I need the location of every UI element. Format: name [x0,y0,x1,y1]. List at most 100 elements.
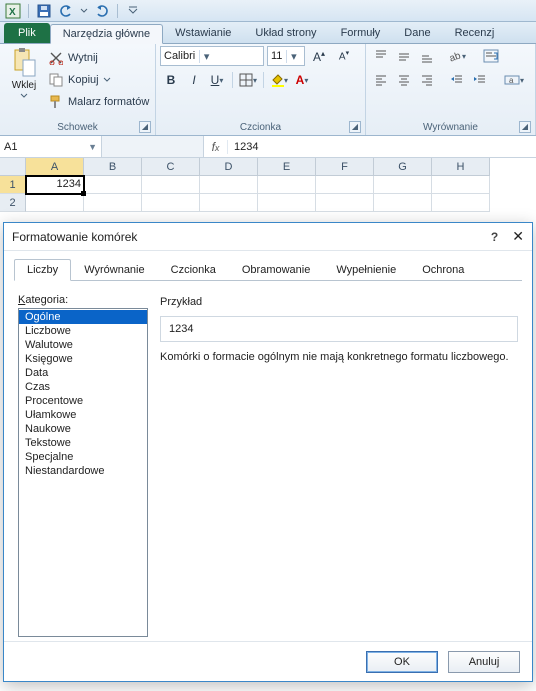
merge-center-button[interactable]: a▾ [503,70,525,90]
group-title-clipboard: Schowek ◢ [4,122,151,135]
align-middle-button[interactable] [393,46,415,66]
fill-color-button[interactable]: ▾ [268,70,290,90]
cell[interactable] [84,194,142,212]
align-left-button[interactable] [370,70,392,90]
dialog-launcher-icon[interactable]: ◢ [519,121,531,133]
dialog-tab-fill[interactable]: Wypełnienie [323,259,409,281]
paste-button[interactable]: Wklej [4,46,44,99]
cut-button[interactable]: Wytnij [48,48,149,68]
cell[interactable] [432,194,490,212]
dialog-tab-number[interactable]: Liczby [14,259,71,281]
font-color-button[interactable]: A ▾ [291,70,313,90]
align-bottom-button[interactable] [416,46,438,66]
tab-insert[interactable]: Wstawianie [163,23,243,43]
cell[interactable] [200,194,258,212]
chevron-down-icon [103,77,111,83]
column-header[interactable]: F [316,158,374,176]
undo-icon[interactable] [57,3,75,19]
column-header[interactable]: H [432,158,490,176]
row-header[interactable]: 2 [0,194,26,212]
tab-home[interactable]: Narzędzia główne [50,24,163,44]
list-item[interactable]: Naukowe [19,422,147,436]
row-header[interactable]: 1 [0,176,26,194]
tab-formulas[interactable]: Formuły [329,23,393,43]
align-center-button[interactable] [393,70,415,90]
column-header[interactable]: E [258,158,316,176]
cell[interactable] [258,176,316,194]
list-item[interactable]: Księgowe [19,352,147,366]
align-top-button[interactable] [370,46,392,66]
list-item[interactable]: Ułamkowe [19,408,147,422]
undo-dropdown-icon[interactable] [79,3,89,19]
cell-a1[interactable]: 1234 [26,176,84,194]
list-item[interactable]: Czas [19,380,147,394]
cell[interactable] [84,176,142,194]
excel-app-icon[interactable]: X [4,3,22,19]
italic-button[interactable]: I [183,70,205,90]
borders-button[interactable]: ▾ [237,70,259,90]
help-button[interactable]: ? [491,230,498,244]
redo-icon[interactable] [93,3,111,19]
cell[interactable] [142,194,200,212]
list-item[interactable]: Tekstowe [19,436,147,450]
save-icon[interactable] [35,3,53,19]
font-name-combo[interactable]: Calibri ▾ [160,46,264,66]
bold-button[interactable]: B [160,70,182,90]
cell[interactable] [200,176,258,194]
cancel-button[interactable]: Anuluj [448,651,520,673]
column-header[interactable]: B [84,158,142,176]
decrease-font-button[interactable]: A▾ [333,46,355,66]
cell[interactable] [316,176,374,194]
dialog-launcher-icon[interactable]: ◢ [139,121,151,133]
align-right-button[interactable] [416,70,438,90]
dialog-launcher-icon[interactable]: ◢ [349,121,361,133]
dialog-tab-alignment[interactable]: Wyrównanie [71,259,157,281]
cell[interactable] [26,194,84,212]
cell[interactable] [432,176,490,194]
fx-icon: fx [212,140,220,154]
select-all-corner[interactable] [0,158,26,176]
underline-button[interactable]: U▾ [206,70,228,90]
list-item[interactable]: Walutowe [19,338,147,352]
decrease-indent-button[interactable] [446,70,468,90]
dialog-tab-protection[interactable]: Ochrona [409,259,477,281]
list-item[interactable]: Specjalne [19,450,147,464]
svg-text:X: X [9,7,16,18]
tab-file[interactable]: Plik [4,23,50,43]
list-item[interactable]: Data [19,366,147,380]
cell[interactable] [374,194,432,212]
increase-font-button[interactable]: A▴ [308,46,330,66]
ok-button[interactable]: OK [366,651,438,673]
close-button[interactable]: ✕ [512,228,524,245]
cell[interactable] [142,176,200,194]
list-item[interactable]: Procentowe [19,394,147,408]
column-header[interactable]: D [200,158,258,176]
wrap-text-button[interactable] [480,46,502,66]
cell[interactable] [258,194,316,212]
list-item[interactable]: Ogólne [19,310,147,324]
fx-button[interactable]: fx [204,140,228,154]
font-size-combo[interactable]: 11 ▾ [267,46,305,66]
copy-button[interactable]: Kopiuj [48,70,149,90]
column-header[interactable]: C [142,158,200,176]
qat-customize-icon[interactable] [124,3,142,19]
dialog-tab-font[interactable]: Czcionka [158,259,229,281]
column-header[interactable]: A [26,158,84,176]
formula-input[interactable]: 1234 [228,141,536,153]
column-header[interactable]: G [374,158,432,176]
tab-page-layout[interactable]: Układ strony [243,23,328,43]
group-font: Calibri ▾ 11 ▾ A▴ A▾ B I U▾ ▾ [156,44,366,135]
list-item[interactable]: Niestandardowe [19,464,147,478]
cell[interactable] [374,176,432,194]
name-box[interactable]: A1 ▼ [0,136,102,157]
tab-review[interactable]: Recenzj [443,23,507,43]
tab-data[interactable]: Dane [392,23,442,43]
list-item[interactable]: Liczbowe [19,324,147,338]
format-painter-button[interactable]: Malarz formatów [48,92,149,112]
orientation-button[interactable]: ab▾ [446,46,468,66]
font-color-icon: A [296,73,305,87]
cell[interactable] [316,194,374,212]
dialog-tab-border[interactable]: Obramowanie [229,259,323,281]
category-listbox[interactable]: Ogólne Liczbowe Walutowe Księgowe Data C… [18,308,148,637]
increase-indent-button[interactable] [469,70,491,90]
